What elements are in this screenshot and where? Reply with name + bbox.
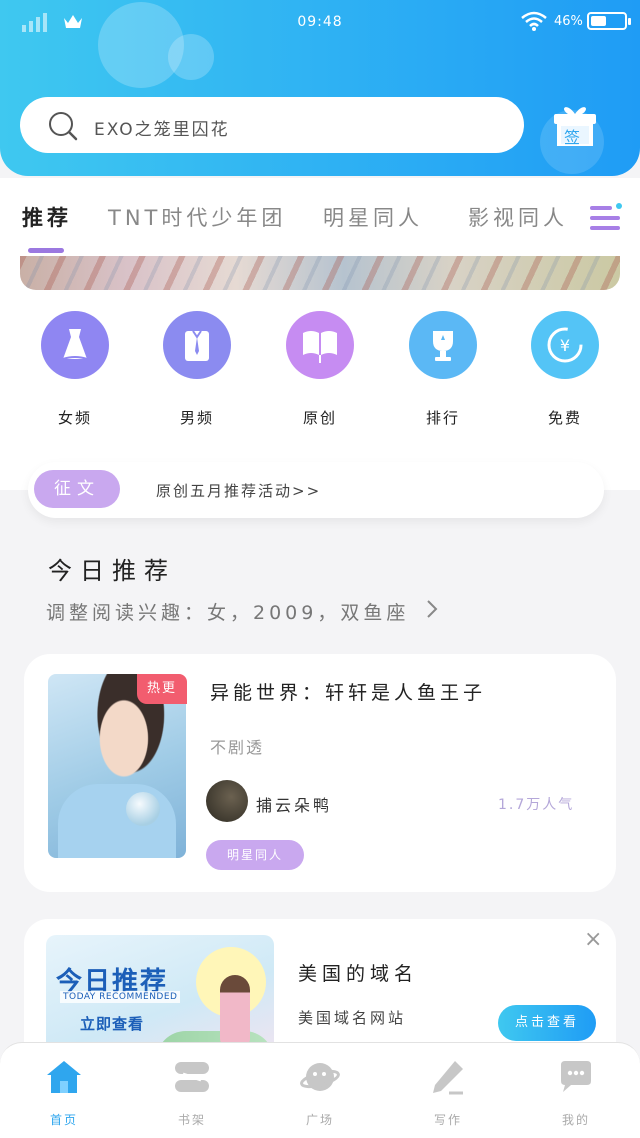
nav-profile[interactable]: 我的 bbox=[526, 1057, 626, 1128]
announcement-text: 原创五月推荐活动>> bbox=[156, 482, 322, 500]
reading-interest-link[interactable]: 调整阅读兴趣：女，2009，双鱼座 bbox=[46, 598, 439, 625]
tab-star-fanfic[interactable]: 明星同人 bbox=[323, 202, 423, 232]
category-label: 原创 bbox=[302, 409, 337, 427]
gift-label: 签 bbox=[564, 128, 581, 147]
announcement-bar[interactable]: 征文 原创五月推荐活动>> bbox=[28, 462, 604, 518]
sign-in-gift-button[interactable]: 签 bbox=[550, 100, 600, 154]
category-ranking[interactable]: 排行 bbox=[398, 311, 488, 428]
category-free[interactable]: ¥ 免费 bbox=[520, 311, 610, 428]
ad-subtitle: 美国域名网站 bbox=[298, 1009, 407, 1027]
book-description: 不剧透 bbox=[210, 738, 265, 757]
tab-active-indicator bbox=[28, 248, 64, 253]
battery-percent: 46% bbox=[554, 14, 583, 29]
search-bar[interactable]: EXO之笼里囚花 bbox=[20, 97, 524, 153]
category-label: 男频 bbox=[179, 409, 214, 427]
trophy-icon bbox=[409, 311, 477, 379]
category-label: 排行 bbox=[425, 409, 460, 427]
close-icon[interactable]: × bbox=[584, 927, 602, 952]
nav-plaza[interactable]: 广场 bbox=[270, 1057, 370, 1128]
battery-icon bbox=[587, 12, 631, 30]
popularity-count: 1.7万人气 bbox=[498, 797, 575, 813]
pen-icon bbox=[433, 1061, 463, 1095]
status-bar: 09:48 46% bbox=[0, 8, 640, 36]
home-icon bbox=[47, 1061, 81, 1093]
nav-write[interactable]: 写作 bbox=[398, 1057, 498, 1128]
category-original[interactable]: 原创 bbox=[275, 311, 365, 428]
nav-label: 写作 bbox=[433, 1113, 462, 1127]
ad-view-button[interactable]: 点击查看 bbox=[498, 1005, 596, 1041]
decorative-bubble-small bbox=[168, 34, 214, 80]
category-label: 女频 bbox=[57, 409, 92, 427]
app-header: 09:48 46% EXO之笼里囚花 签 bbox=[0, 0, 640, 176]
nav-label: 书架 bbox=[177, 1113, 206, 1127]
bookshelf-icon bbox=[175, 1062, 209, 1092]
section-title: 今日推荐 bbox=[48, 557, 176, 585]
category-male[interactable]: 男频 bbox=[152, 311, 242, 428]
nav-label: 我的 bbox=[561, 1113, 590, 1127]
tab-tnt[interactable]: TNT时代少年团 bbox=[108, 202, 286, 232]
ad-image-cta: 立即查看 bbox=[80, 1015, 145, 1033]
category-tabs: 推荐 TNT时代少年团 明星同人 影视同人 bbox=[0, 178, 640, 258]
nav-label: 首页 bbox=[49, 1113, 78, 1127]
category-label: 免费 bbox=[547, 409, 582, 427]
shirt-icon bbox=[163, 311, 231, 379]
bottom-navigation: 首页 书架 广场 写作 我的 bbox=[0, 1042, 640, 1138]
tab-film-fanfic[interactable]: 影视同人 bbox=[468, 202, 568, 232]
essay-badge: 征文 bbox=[34, 470, 120, 508]
search-placeholder: EXO之笼里囚花 bbox=[94, 120, 230, 140]
nav-bookshelf[interactable]: 书架 bbox=[142, 1057, 242, 1128]
planet-icon bbox=[300, 1063, 340, 1091]
book-title[interactable]: 异能世界：轩轩是人鱼王子 bbox=[210, 678, 486, 705]
search-icon bbox=[49, 112, 78, 141]
tab-recommend[interactable]: 推荐 bbox=[22, 202, 72, 232]
ad-image-subtitle: TODAY RECOMMENDED bbox=[60, 991, 181, 1003]
nav-label: 广场 bbox=[305, 1113, 334, 1127]
chat-bubble-icon bbox=[561, 1061, 591, 1092]
book-icon bbox=[286, 311, 354, 379]
yen-icon: ¥ bbox=[531, 311, 599, 379]
carousel-banner[interactable] bbox=[20, 256, 620, 290]
chevron-right-icon bbox=[427, 600, 438, 618]
category-female[interactable]: 女频 bbox=[30, 311, 120, 428]
ad-title: 美国的域名 bbox=[298, 963, 419, 985]
author-avatar bbox=[206, 780, 248, 822]
svg-text:¥: ¥ bbox=[560, 336, 570, 355]
hot-update-badge: 热更 bbox=[137, 674, 187, 704]
wifi-icon bbox=[521, 11, 547, 31]
dress-icon bbox=[41, 311, 109, 379]
author-name: 捕云朵鸭 bbox=[256, 796, 333, 815]
book-tag[interactable]: 明星同人 bbox=[206, 840, 304, 870]
menu-icon[interactable] bbox=[588, 202, 624, 234]
book-card[interactable]: 热更 异能世界：轩轩是人鱼王子 不剧透 捕云朵鸭 1.7万人气 明星同人 bbox=[24, 654, 616, 892]
nav-home[interactable]: 首页 bbox=[14, 1057, 114, 1128]
reading-interest-text: 调整阅读兴趣：女，2009，双鱼座 bbox=[46, 602, 410, 624]
